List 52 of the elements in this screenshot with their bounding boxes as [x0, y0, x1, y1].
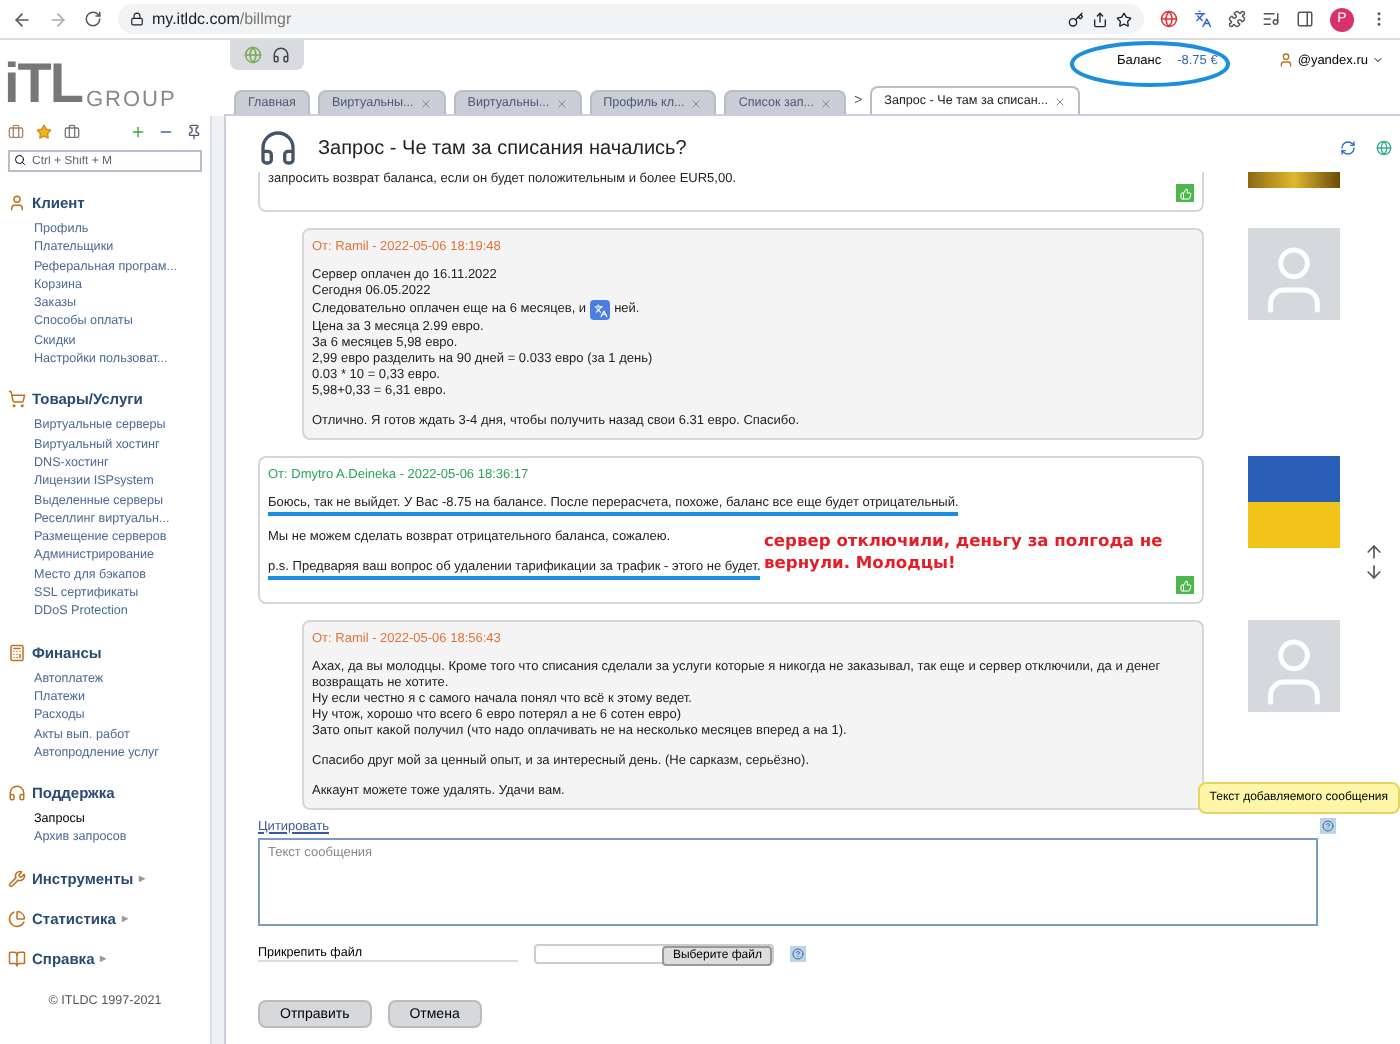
forward-icon[interactable]	[48, 9, 68, 29]
back-icon[interactable]	[12, 9, 32, 29]
puzzle-icon[interactable]	[1228, 10, 1246, 28]
close-icon[interactable]	[419, 97, 432, 109]
flag-drawing	[1248, 456, 1340, 548]
side-panel-icon[interactable]	[1296, 10, 1314, 28]
playlist-icon[interactable]	[1262, 10, 1280, 28]
support-agent-icon	[258, 128, 298, 168]
briefcase-icon[interactable]	[64, 124, 80, 140]
cart-icon	[8, 390, 26, 409]
pin-icon[interactable]	[186, 124, 202, 140]
scrollbar[interactable]	[210, 116, 224, 1044]
logo: iTLGROUP	[2, 50, 179, 116]
refresh-icon[interactable]	[1340, 140, 1356, 156]
wrench-icon	[8, 869, 26, 888]
url-text: my.itldc.com/billmgr	[152, 10, 292, 28]
star-icon[interactable]	[36, 124, 52, 140]
close-icon[interactable]	[690, 97, 703, 109]
help-icon[interactable]	[1320, 818, 1336, 834]
lock-icon	[130, 12, 144, 26]
star-icon[interactable]	[1116, 11, 1132, 27]
translate-icon[interactable]	[590, 300, 611, 320]
key-icon[interactable]	[1068, 11, 1084, 27]
globe-icon[interactable]	[1376, 140, 1392, 156]
caret-icon	[1372, 54, 1384, 66]
page-title: Запрос - Че там за списания начались?	[318, 137, 689, 159]
like-icon[interactable]	[1176, 184, 1194, 202]
close-icon[interactable]	[1054, 95, 1067, 107]
share-icon[interactable]	[1092, 11, 1108, 27]
avatar	[1248, 620, 1340, 712]
pie-chart-icon	[8, 909, 26, 928]
extension-icon[interactable]	[1160, 10, 1178, 28]
arrow-up-icon[interactable]	[1364, 542, 1384, 562]
user-icon	[8, 194, 26, 212]
annotation-text: сервер отключили, деньгу за полгода не вернули. Молодцы!	[764, 530, 1164, 574]
like-icon[interactable]	[1176, 576, 1194, 594]
address-bar[interactable]: my.itldc.com/billmgr	[118, 4, 1144, 34]
user-icon	[1277, 52, 1294, 68]
reload-icon[interactable]	[84, 10, 102, 28]
translate-icon[interactable]	[1194, 10, 1212, 28]
avatar	[1248, 228, 1340, 320]
search-icon	[14, 154, 26, 166]
close-icon[interactable]	[820, 97, 833, 109]
arrow-down-icon[interactable]	[1364, 562, 1384, 582]
help-icon[interactable]	[790, 946, 806, 962]
expand-icon[interactable]	[130, 124, 146, 140]
book-icon	[8, 949, 26, 968]
calculator-icon	[8, 643, 26, 662]
close-icon[interactable]	[555, 97, 568, 109]
headset-icon	[8, 784, 26, 803]
avatar-placeholder	[1248, 172, 1340, 188]
headset-icon[interactable]	[272, 46, 290, 64]
